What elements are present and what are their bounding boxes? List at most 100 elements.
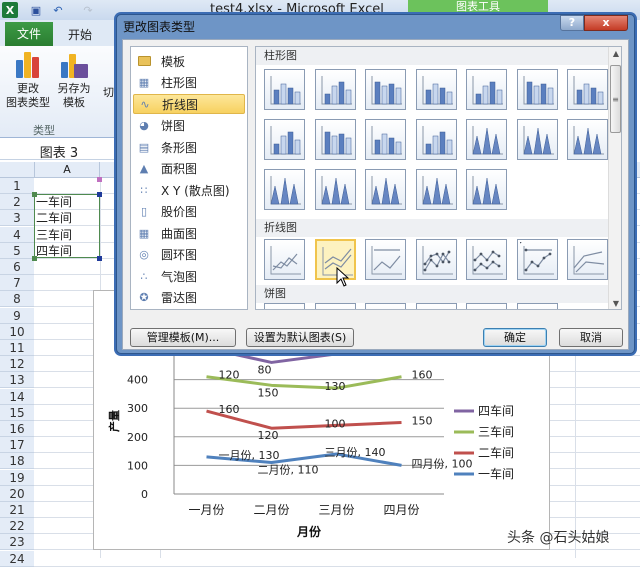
category-item[interactable]: ∷ X Y (散点图) [133,180,245,200]
column-subtype-thumb[interactable] [415,119,457,160]
column-subtype-thumb[interactable] [314,119,356,160]
column-subtype-thumb[interactable] [264,119,305,160]
column-subtype-thumb[interactable] [415,69,457,110]
column-subtype-thumb[interactable] [314,69,356,110]
save-as-template-button[interactable]: 另存为 模板 [52,50,96,110]
excel-icon[interactable]: X [2,2,18,18]
row-header[interactable]: 22 [0,518,34,535]
column-subtype-thumb[interactable] [365,169,406,210]
name-box[interactable]: 图表 3 [4,142,114,161]
redo-icon[interactable]: ↷ [80,2,96,18]
manage-templates-button[interactable]: 管理模板(M)... [130,328,236,347]
row-header[interactable]: 10 [0,323,34,340]
save-icon[interactable]: ▣ [28,2,44,18]
row-header[interactable]: 11 [0,340,34,356]
line-subtype-thumb[interactable] [264,239,305,280]
row-header[interactable]: 21 [0,502,34,518]
pie-subtype-thumb[interactable] [516,303,558,309]
switch-row-column-button[interactable]: 切 [103,84,114,100]
row-header[interactable]: 5 [0,242,34,259]
tab-file[interactable]: 文件 [5,22,53,46]
category-item[interactable]: ▦ 柱形图 [133,73,245,93]
tab-home[interactable]: 开始 [68,26,92,43]
data-label: 150 [258,386,279,399]
undo-icon[interactable]: ↶ [50,2,66,18]
sheet-row[interactable] [34,551,640,567]
column-subtype-thumb[interactable] [516,119,558,160]
pie-subtype-thumb[interactable] [314,303,356,309]
selection-handle[interactable] [32,192,37,197]
row-header[interactable]: 13 [0,372,34,389]
category-item[interactable]: ◎ 圆环图 [133,245,245,265]
column-subtype-thumb[interactable] [466,69,507,110]
row-header[interactable]: 24 [0,550,34,567]
bubble-chart-icon: ∴ [140,269,148,283]
selection-handle[interactable] [32,256,37,261]
column-subtype-thumb[interactable] [314,169,356,210]
category-item[interactable]: ∴ 气泡图 [133,266,245,286]
row-header[interactable]: 14 [0,388,34,405]
column-subtype-thumb[interactable] [516,69,558,110]
line-subtype-thumb[interactable] [516,239,558,280]
row-header[interactable]: 7 [0,275,34,292]
row-header[interactable]: 2 [0,194,34,211]
selection-handle[interactable] [97,192,102,197]
column-subtype-thumb[interactable] [466,169,507,210]
category-item[interactable]: ▤ 条形图 [133,137,245,157]
row-header[interactable]: 12 [0,356,34,373]
row-header[interactable]: 18 [0,453,34,470]
row-header[interactable]: 23 [0,534,34,551]
help-button[interactable]: ? [560,15,584,31]
category-item[interactable]: ▯ 股价图 [133,202,245,222]
row-header[interactable]: 4 [0,226,34,243]
line-subtype-thumb[interactable] [567,239,608,280]
line-subtype-thumb[interactable] [365,239,406,280]
gallery-scrollbar[interactable]: ▲ ≡ ▼ [608,47,621,309]
scroll-up-icon[interactable]: ▲ [609,47,621,61]
category-item[interactable]: ◕ 饼图 [133,116,245,136]
category-item[interactable]: 模板 [133,51,245,71]
row-header[interactable]: 3 [0,210,34,227]
selection-handle[interactable] [97,177,102,182]
column-subtype-thumb[interactable] [264,69,305,110]
column-subtype-thumb[interactable] [567,69,608,110]
pie-chart-icon [419,306,455,310]
row-header[interactable]: 1 [0,178,34,194]
row-header[interactable]: 16 [0,421,34,437]
pie-subtype-thumb[interactable] [466,303,507,309]
column-subtype-thumb[interactable] [365,119,406,160]
ok-button[interactable]: 确定 [483,328,547,347]
line-subtype-thumb[interactable] [466,239,507,280]
pie-subtype-thumb[interactable] [365,303,406,309]
cancel-button[interactable]: 取消 [559,328,623,347]
column-subtype-thumb[interactable] [264,169,305,210]
set-default-chart-button[interactable]: 设置为默认图表(S) [246,328,354,347]
category-item[interactable]: ∿ 折线图 [133,94,245,114]
row-header[interactable]: 17 [0,437,34,454]
row-header[interactable]: 19 [0,469,34,486]
row-header[interactable]: 20 [0,485,34,502]
column-chart-icon [523,126,554,155]
change-chart-type-button[interactable]: 更改 图表类型 [6,50,50,110]
category-item[interactable]: ✪ 雷达图 [133,288,245,308]
line-subtype-thumb[interactable] [415,239,457,280]
category-label: 雷达图 [161,291,198,305]
column-subtype-thumb[interactable] [365,69,406,110]
category-item[interactable]: ▲ 面积图 [133,159,245,179]
scroll-down-icon[interactable]: ▼ [609,297,621,309]
row-header[interactable]: 15 [0,404,34,421]
category-item[interactable]: ▦ 曲面图 [133,223,245,243]
pie-subtype-thumb[interactable] [415,303,457,310]
column-header-a[interactable]: A [34,162,100,178]
close-button[interactable]: x [584,15,628,31]
column-subtype-thumb[interactable] [466,119,507,160]
row-header[interactable]: 8 [0,291,34,308]
chart-tools-tab[interactable]: 图表工具 [408,0,548,14]
selection-handle[interactable] [97,256,102,261]
column-subtype-thumb[interactable] [415,169,457,210]
scroll-thumb[interactable]: ≡ [610,65,621,133]
row-header[interactable]: 9 [0,307,34,324]
row-header[interactable]: 6 [0,259,34,275]
column-subtype-thumb[interactable] [567,119,608,160]
pie-subtype-thumb[interactable] [264,303,305,309]
